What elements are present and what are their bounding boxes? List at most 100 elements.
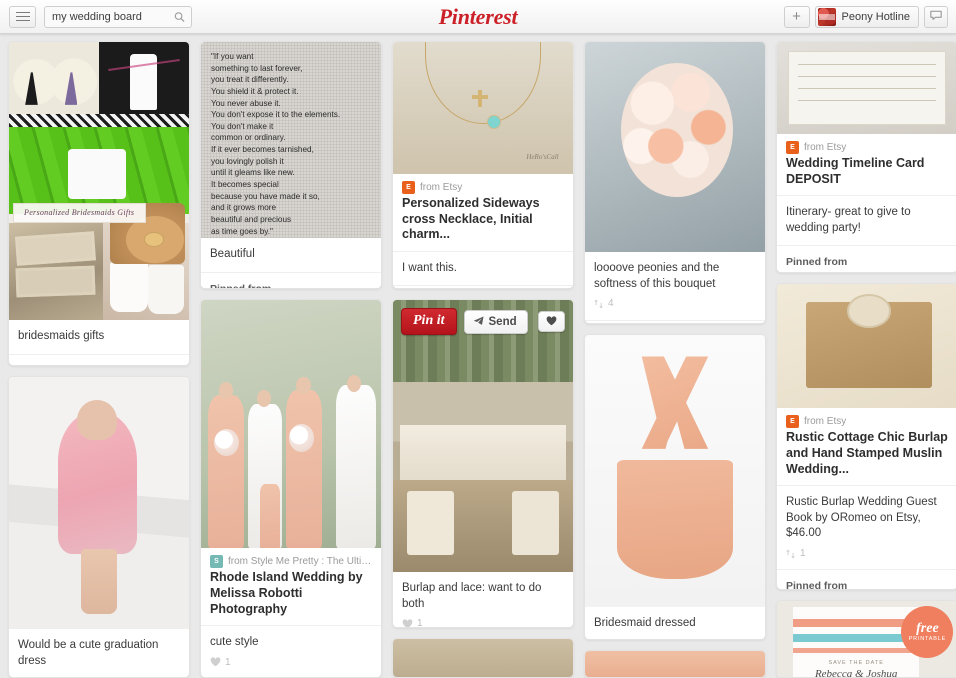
pin-image[interactable]: SAVE THE DATE Rebecca & Joshua free PRIN… — [777, 600, 956, 677]
pin-image[interactable]: Pin it Send — [393, 300, 573, 573]
pin-image[interactable] — [9, 377, 189, 630]
pin-source[interactable]: Pinned from etsy.com — [777, 245, 956, 273]
pin-card[interactable]: Personalized Bridesmaids Gifts bridesmai… — [8, 41, 190, 367]
hamburger-menu-button[interactable] — [9, 5, 36, 28]
pin-source[interactable]: Pinned from ruffledblog.com — [585, 319, 765, 323]
heart-icon — [210, 657, 221, 667]
pin-image[interactable] — [585, 651, 765, 678]
pin-image[interactable]: HeRo'sCall — [393, 42, 573, 174]
header-left-group — [0, 5, 192, 28]
pin-image-detail — [208, 394, 245, 549]
pin-image[interactable] — [201, 300, 381, 549]
quote-line: and it grows more — [211, 203, 277, 213]
pin-image-detail — [285, 389, 322, 549]
pin-card[interactable]: "If you want something to last forever, … — [200, 41, 382, 290]
paper-plane-icon — [473, 316, 484, 325]
pin-card[interactable]: SAVE THE DATE Rebecca & Joshua free PRIN… — [776, 599, 956, 678]
add-pin-button[interactable]: + — [783, 5, 810, 28]
pin-image-detail — [793, 634, 920, 642]
smp-icon: S — [210, 555, 223, 569]
like-count: 1 — [225, 656, 231, 668]
pin-image-detail — [213, 429, 239, 457]
pin-card[interactable] — [392, 637, 574, 678]
etsy-icon: E — [786, 141, 799, 154]
pin-image[interactable] — [393, 638, 573, 678]
search-icon[interactable] — [174, 11, 185, 22]
pin-hover-actions[interactable]: Pin it Send — [393, 308, 573, 336]
pin-card[interactable]: HeRo'sCall E from Etsy Personalized Side… — [392, 41, 574, 290]
pin-image[interactable] — [585, 334, 765, 607]
badge-bottom-text: PRINTABLE — [908, 635, 947, 642]
pin-card[interactable]: S from Style Me Pretty : The Ultimate ..… — [200, 299, 382, 678]
pin-card[interactable]: loooove peonies and the softness of this… — [584, 41, 766, 324]
pin-column: E from Etsy Wedding Timeline Card DEPOSI… — [776, 41, 956, 678]
quote-line: You don't expose it to the elements. — [211, 110, 341, 120]
pin-image-detail — [787, 51, 947, 125]
pinterest-logo-text[interactable]: Pinterest — [439, 4, 518, 29]
pin-card-hovered[interactable]: Pin it Send Burlap and lace: want to do … — [392, 299, 574, 628]
etsy-icon: E — [402, 181, 415, 194]
pin-image[interactable]: Personalized Bridesmaids Gifts — [9, 42, 189, 320]
pinned-from-label: Pinned from — [786, 580, 848, 590]
pin-image[interactable] — [777, 284, 956, 409]
pin-attribution[interactable]: E from Etsy — [777, 408, 956, 429]
pin-image[interactable]: "If you want something to last forever, … — [201, 42, 381, 238]
pin-image-detail — [793, 647, 920, 653]
pin-stats: 1 — [210, 656, 372, 670]
pin-title[interactable]: Personalized Sideways cross Necklace, In… — [393, 194, 573, 251]
pin-image-detail — [793, 619, 920, 627]
pin-card[interactable]: Would be a cute graduation dress Pinned … — [8, 376, 190, 678]
pin-column: "If you want something to last forever, … — [200, 41, 382, 678]
pin-image[interactable] — [777, 42, 956, 134]
pin-source[interactable]: Pinned from littlegirlinthebigworld.com — [9, 353, 189, 365]
pin-stats: 1 — [402, 617, 564, 627]
pin-source-domain[interactable]: etsy.com — [786, 271, 948, 273]
pin-card[interactable]: Bridesmaid dressed Pinned from wanelo.co… — [584, 333, 766, 641]
pin-image-caption: Personalized Bridesmaids Gifts — [12, 203, 146, 223]
pin-stats: 1 — [786, 547, 948, 561]
pin-image-detail — [621, 63, 733, 198]
send-button[interactable]: Send — [463, 309, 528, 334]
pin-card[interactable] — [584, 650, 766, 678]
pin-image[interactable] — [585, 42, 765, 252]
pin-description: loooove peonies and the softness of this… — [585, 252, 765, 320]
header-right-group: + Peony Hotline — [783, 5, 956, 28]
pin-description: Would be a cute graduation dress — [18, 639, 159, 667]
pin-source[interactable]: Pinned from mishmashmom.blogspot.com — [201, 271, 381, 288]
pin-description: Itinerary- great to give to wedding part… — [777, 195, 956, 245]
pin-description: Rustic Burlap Wedding Guest Book by ORom… — [777, 485, 956, 569]
pin-description: Bridesmaid dressed — [594, 616, 696, 629]
pin-column: loooove peonies and the softness of this… — [584, 41, 766, 678]
user-menu-button[interactable]: Peony Hotline — [814, 5, 919, 28]
pin-title[interactable]: Wedding Timeline Card DEPOSIT — [777, 154, 956, 195]
top-navigation-bar: Pinterest + Peony Hotline — [0, 0, 956, 34]
pin-source[interactable]: Pinned from etsy.com — [393, 285, 573, 288]
pin-description: Beautiful — [210, 248, 255, 260]
pin-title[interactable]: Rustic Cottage Chic Burlap and Hand Stam… — [777, 428, 956, 485]
like-button[interactable] — [538, 311, 565, 333]
pin-image-detail — [336, 384, 376, 549]
pin-stats: 4 — [594, 297, 756, 311]
quote-line: something to last forever, — [211, 63, 303, 73]
pin-title[interactable]: Rhode Island Wedding by Melissa Robotti … — [201, 568, 381, 625]
pin-image-detail — [296, 377, 311, 395]
pin-attribution[interactable]: E from Etsy — [393, 174, 573, 194]
quote-line: You don't make it — [211, 121, 274, 131]
pin-attribution[interactable]: S from Style Me Pretty : The Ultimate ..… — [201, 548, 381, 569]
pin-source[interactable]: Pinned from etsy.com — [777, 569, 956, 590]
pin-description: cute style 1 — [201, 625, 381, 677]
pin-attribution[interactable]: E from Etsy — [777, 134, 956, 154]
pin-image-detail — [488, 115, 501, 128]
pin-description: Burlap and lace: want to do both 1 — [393, 572, 573, 627]
pin-card[interactable]: E from Etsy Rustic Cottage Chic Burlap a… — [776, 283, 956, 590]
search-input[interactable] — [45, 6, 163, 27]
messages-button[interactable] — [924, 5, 948, 28]
pin-attribution-text: from Etsy — [804, 142, 847, 153]
pin-image-detail — [393, 479, 573, 573]
pin-description: I want this. — [393, 250, 573, 286]
pin-card[interactable]: E from Etsy Wedding Timeline Card DEPOSI… — [776, 41, 956, 274]
search-box[interactable] — [44, 5, 192, 28]
quote-line: because you have made it so, — [211, 191, 320, 201]
pin-it-button[interactable]: Pin it — [401, 308, 457, 336]
pin-grid[interactable]: Personalized Bridesmaids Gifts bridesmai… — [0, 34, 956, 678]
